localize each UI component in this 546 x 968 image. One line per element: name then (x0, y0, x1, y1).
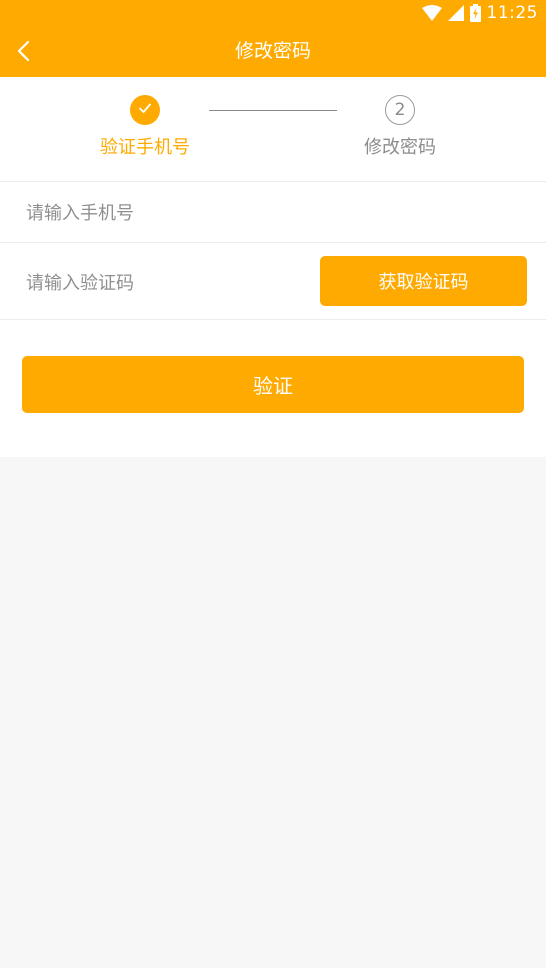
verify-button[interactable]: 验证 (22, 356, 524, 413)
app-bar: 修改密码 (0, 26, 546, 77)
battery-charging-icon (469, 4, 481, 22)
step-change-password: 2 修改密码 (340, 95, 460, 159)
status-icons: 11:25 (421, 2, 539, 24)
form-card: 验证手机号 2 修改密码 获取验证码 验证 (0, 77, 546, 457)
get-code-button[interactable]: 获取验证码 (320, 256, 527, 306)
step-2-label: 修改密码 (364, 137, 436, 158)
status-bar: 11:25 (0, 0, 546, 26)
step-1-label: 验证手机号 (100, 137, 190, 158)
step-2-circle: 2 (385, 95, 415, 125)
divider (0, 319, 546, 320)
divider (0, 181, 546, 182)
signal-icon (447, 5, 464, 21)
page-title: 修改密码 (234, 40, 311, 62)
step-1-circle (130, 95, 160, 125)
verification-code-input[interactable] (26, 269, 306, 297)
step-indicator: 验证手机号 2 修改密码 (0, 77, 546, 181)
divider (0, 242, 546, 243)
phone-input[interactable] (26, 199, 506, 227)
step-verify-phone: 验证手机号 (85, 95, 205, 159)
wifi-icon (421, 5, 442, 21)
step-2-number: 2 (394, 100, 406, 120)
check-icon (137, 100, 153, 121)
status-time: 11:25 (486, 3, 538, 23)
step-connector (209, 110, 337, 111)
